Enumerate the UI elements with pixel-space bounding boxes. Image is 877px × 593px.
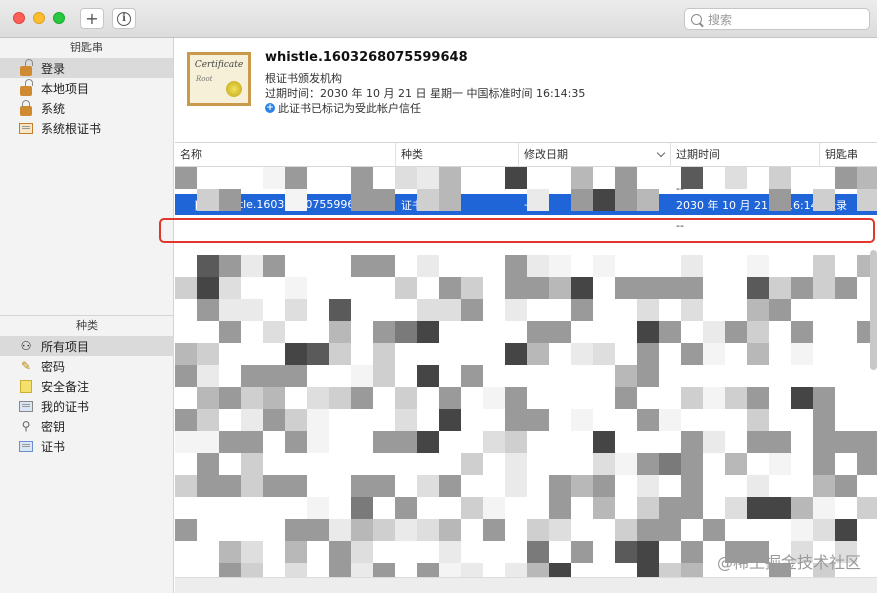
search-field[interactable]: 搜索 bbox=[684, 8, 870, 30]
key-icon: ⚲ bbox=[21, 419, 31, 433]
sidebar-item-system[interactable]: 系统 bbox=[0, 98, 173, 118]
zoom-window-button[interactable] bbox=[53, 12, 65, 24]
sidebar-item-my-certificates[interactable]: 我的证书 bbox=[0, 396, 174, 416]
pencil-icon: ✎ bbox=[20, 359, 32, 373]
seal-icon bbox=[226, 81, 242, 97]
people-icon: ⚇ bbox=[20, 339, 32, 353]
column-header-name[interactable]: 名称 bbox=[175, 143, 396, 167]
sidebar: 钥匙串 登录 本地项目 系统 系统根证书 种类 ⚇ 所有项目 ✎ 密码 安全备注… bbox=[0, 38, 174, 593]
certificate-expiry: 过期时间：2030 年 10 月 21 日 星期一 中国标准时间 16:14:3… bbox=[265, 87, 586, 100]
certificate-large-icon: Certificate Root bbox=[187, 52, 251, 106]
plus-icon: + bbox=[85, 8, 99, 28]
category-header: 种类 bbox=[76, 319, 98, 332]
titlebar: + i 搜索 bbox=[0, 0, 877, 38]
minimize-window-button[interactable] bbox=[33, 12, 45, 24]
note-icon bbox=[18, 378, 34, 394]
add-item-button[interactable]: + bbox=[80, 8, 104, 29]
sort-chevron-down-icon bbox=[656, 148, 666, 158]
sidebar-item-login[interactable]: 登录 bbox=[0, 58, 173, 78]
info-button[interactable]: i bbox=[112, 8, 136, 29]
search-placeholder: 搜索 bbox=[708, 12, 733, 27]
table-row[interactable]: -- bbox=[175, 167, 877, 195]
sidebar-item-passwords[interactable]: ✎ 密码 bbox=[0, 356, 174, 376]
watermark: @稀土掘金技术社区 bbox=[716, 553, 861, 572]
column-header-keychain[interactable]: 钥匙串 bbox=[820, 143, 877, 167]
my-certificate-icon bbox=[18, 398, 34, 414]
items-table: 名称 种类 修改日期 过期时间 钥匙串 -- whistle.160326807… bbox=[175, 143, 877, 593]
sidebar-item-secure-notes[interactable]: 安全备注 bbox=[0, 376, 174, 396]
search-icon bbox=[691, 13, 702, 25]
table-rows: -- whistle.1603268075599648 证书 -- 2030 年… bbox=[175, 167, 877, 236]
certificate-title: whistle.1603268075599648 bbox=[265, 50, 468, 65]
table-row-selected[interactable]: whistle.1603268075599648 证书 -- 2030 年 10… bbox=[175, 194, 877, 215]
certificate-cabinet-icon bbox=[18, 120, 34, 136]
horizontal-scrollbar[interactable] bbox=[175, 577, 877, 593]
keychains-header: 钥匙串 bbox=[70, 41, 103, 54]
column-header-kind[interactable]: 种类 bbox=[396, 143, 519, 167]
sidebar-item-certificates[interactable]: 证书 bbox=[0, 436, 174, 456]
column-header-expires[interactable]: 过期时间 bbox=[671, 143, 820, 167]
sidebar-item-local-items[interactable]: 本地项目 bbox=[0, 78, 173, 98]
certificate-issuer-type: 根证书颁发机构 bbox=[265, 72, 342, 85]
sidebar-item-system-roots[interactable]: 系统根证书 bbox=[0, 118, 173, 138]
certificate-detail: Certificate Root whistle.160326807559964… bbox=[175, 38, 877, 143]
lock-open-icon bbox=[18, 78, 34, 96]
sidebar-item-all-items[interactable]: ⚇ 所有项目 bbox=[0, 336, 174, 356]
lock-icon bbox=[18, 99, 34, 116]
sidebar-item-keys[interactable]: ⚲ 密钥 bbox=[0, 416, 174, 436]
certificate-trust-status: + 此证书已标记为受此帐户信任 bbox=[265, 102, 421, 115]
certificate-icon bbox=[195, 199, 210, 211]
table-header: 名称 种类 修改日期 过期时间 钥匙串 bbox=[175, 143, 877, 167]
lock-open-icon bbox=[18, 58, 34, 76]
vertical-scrollbar[interactable] bbox=[870, 250, 877, 370]
table-row[interactable]: -- bbox=[175, 215, 877, 236]
close-window-button[interactable] bbox=[13, 12, 25, 24]
category-section: 种类 ⚇ 所有项目 ✎ 密码 安全备注 我的证书 ⚲ 密钥 证书 bbox=[0, 316, 174, 456]
column-header-modified[interactable]: 修改日期 bbox=[519, 143, 671, 167]
info-icon: i bbox=[117, 11, 131, 26]
trusted-plus-icon: + bbox=[265, 103, 275, 113]
certificate-icon bbox=[18, 438, 34, 454]
